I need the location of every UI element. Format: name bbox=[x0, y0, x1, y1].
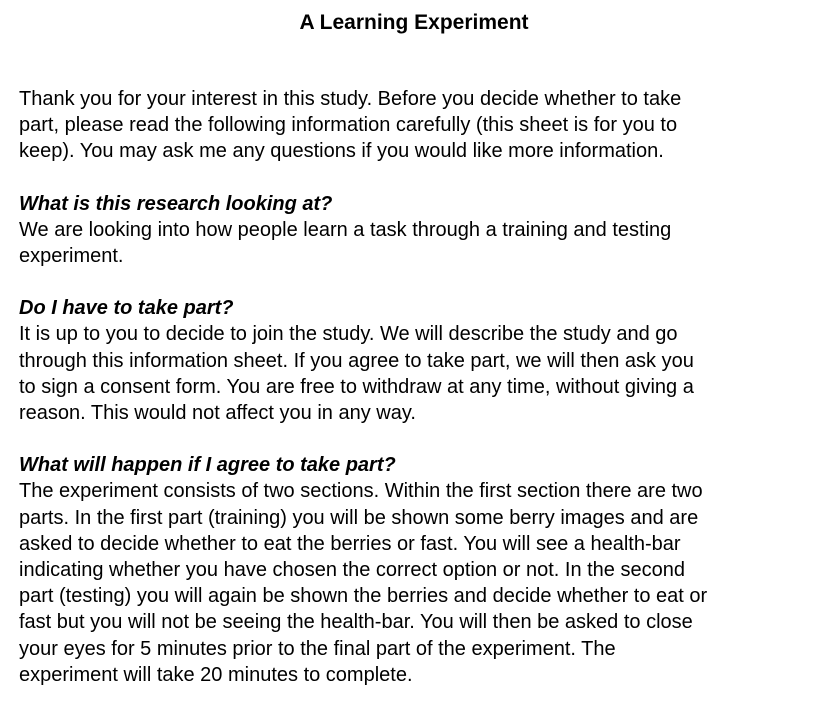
body-line: asked to decide whether to eat the berri… bbox=[19, 532, 681, 555]
intro-line: Thank you for your interest in this stud… bbox=[19, 88, 682, 110]
section-body: We are looking into how people learn a t… bbox=[19, 217, 819, 269]
body-line: We are looking into how people learn a t… bbox=[19, 218, 672, 241]
body-line: part (testing) you will again be shown t… bbox=[19, 585, 708, 608]
section-participation: Do I have to take part? It is up to you … bbox=[19, 295, 819, 426]
section-heading: Do I have to take part? bbox=[19, 297, 234, 320]
body-line: It is up to you to decide to join the st… bbox=[19, 323, 678, 346]
body-line: experiment will take 20 minutes to compl… bbox=[19, 663, 413, 686]
body-line: experiment. bbox=[19, 245, 124, 268]
section-heading: What is this research looking at? bbox=[19, 192, 333, 215]
section-heading: What will happen if I agree to take part… bbox=[19, 454, 396, 477]
section-research-focus: What is this research looking at? We are… bbox=[19, 191, 819, 270]
document-title: A Learning Experiment bbox=[299, 11, 529, 34]
intro-paragraph: Thank you for your interest in this stud… bbox=[19, 86, 819, 165]
intro-line: keep). You may ask me any questions if y… bbox=[19, 140, 664, 163]
body-line: The experiment consists of two sections.… bbox=[19, 480, 703, 503]
body-line: parts. In the first part (training) you … bbox=[19, 506, 699, 529]
body-line: through this information sheet. If you a… bbox=[19, 349, 694, 372]
body-line: your eyes for 5 minutes prior to the fin… bbox=[19, 637, 616, 660]
section-body: The experiment consists of two sections.… bbox=[19, 478, 819, 688]
body-line: reason. This would not affect you in any… bbox=[19, 402, 416, 425]
body-line: to sign a consent form. You are free to … bbox=[19, 375, 694, 398]
section-procedure: What will happen if I agree to take part… bbox=[19, 452, 819, 688]
document-page: A Learning Experiment Thank you for your… bbox=[19, 0, 819, 688]
intro-line: part, please read the following informat… bbox=[19, 114, 678, 137]
body-line: indicating whether you have chosen the c… bbox=[19, 559, 685, 582]
section-body: It is up to you to decide to join the st… bbox=[19, 321, 819, 426]
body-line: fast but you will not be seeing the heal… bbox=[19, 611, 693, 634]
